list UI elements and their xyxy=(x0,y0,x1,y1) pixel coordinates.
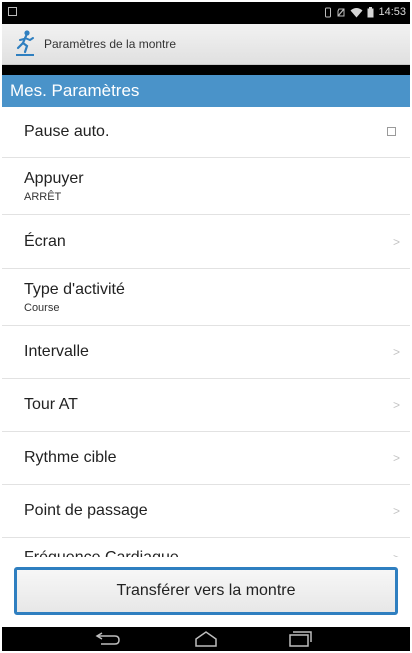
setting-label: Écran xyxy=(24,233,66,250)
setting-label: Tour AT xyxy=(24,396,78,413)
setting-type-activite[interactable]: Type d'activité Course xyxy=(2,269,410,326)
setting-frequence-cardiaque[interactable]: Fréquence Cardiaque > xyxy=(2,538,410,557)
setting-rythme-cible[interactable]: Rythme cible > xyxy=(2,432,410,485)
notification-icon xyxy=(8,7,17,16)
battery-icon xyxy=(367,6,374,17)
setting-value: Course xyxy=(24,302,60,314)
transfer-button-label: Transférer vers la montre xyxy=(116,582,296,599)
chevron-right-icon: > xyxy=(392,504,400,518)
chevron-right-icon: > xyxy=(392,235,400,249)
navigation-bar xyxy=(2,627,410,651)
vibrate-icon xyxy=(325,7,332,17)
setting-label: Intervalle xyxy=(24,343,89,360)
home-icon[interactable] xyxy=(191,629,221,649)
setting-point-passage[interactable]: Point de passage > xyxy=(2,485,410,538)
setting-appuyer[interactable]: Appuyer ARRÊT xyxy=(2,158,410,215)
settings-list: Pause auto. Appuyer ARRÊT Écran > Type d… xyxy=(2,107,410,557)
setting-ecran[interactable]: Écran > xyxy=(2,215,410,269)
transfer-to-watch-button[interactable]: Transférer vers la montre xyxy=(14,567,398,615)
chevron-right-icon: > xyxy=(392,398,400,412)
recent-apps-icon[interactable] xyxy=(284,629,314,649)
setting-label: Type d'activité xyxy=(24,281,125,298)
setting-intervalle[interactable]: Intervalle > xyxy=(2,326,410,379)
chevron-right-icon: > xyxy=(392,345,400,359)
back-icon[interactable] xyxy=(93,629,123,649)
section-header: Mes. Paramètres xyxy=(2,75,410,107)
setting-tour-at[interactable]: Tour AT > xyxy=(2,379,410,432)
app-title: Paramètres de la montre xyxy=(44,37,177,51)
setting-label: Appuyer xyxy=(24,170,84,187)
setting-label: Pause auto. xyxy=(24,123,110,140)
section-title: Mes. Paramètres xyxy=(10,81,140,100)
app-bar: Paramètres de la montre xyxy=(2,24,410,65)
setting-label: Fréquence Cardiaque xyxy=(24,549,179,557)
runner-logo-icon[interactable] xyxy=(12,29,38,59)
status-bar: 14:53 xyxy=(2,2,410,24)
no-sim-icon xyxy=(337,8,345,16)
setting-label: Rythme cible xyxy=(24,449,117,466)
status-icons: 14:53 xyxy=(324,6,406,18)
wifi-icon xyxy=(350,7,363,17)
bottom-action-area: Transférer vers la montre xyxy=(2,557,410,627)
device-screen: 14:53 Paramètres de la montre Mes. Param… xyxy=(2,2,410,651)
pause-auto-checkbox[interactable] xyxy=(387,127,396,136)
setting-value: ARRÊT xyxy=(24,191,62,203)
chevron-right-icon: > xyxy=(392,451,400,465)
setting-label: Point de passage xyxy=(24,502,148,519)
setting-pause-auto[interactable]: Pause auto. xyxy=(2,107,410,158)
status-time: 14:53 xyxy=(378,6,406,18)
